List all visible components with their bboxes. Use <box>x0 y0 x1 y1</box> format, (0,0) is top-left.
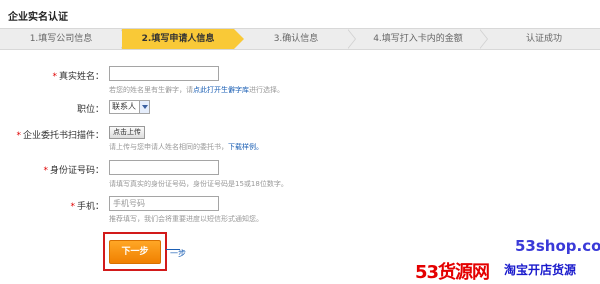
chevron-down-icon[interactable] <box>139 101 149 113</box>
real-name-input[interactable] <box>109 66 219 81</box>
mobile-input[interactable]: 手机号码 <box>109 196 219 211</box>
required-mark: * <box>52 72 57 82</box>
download-sample-link[interactable]: 下载样例。 <box>228 143 263 151</box>
step-separator <box>479 29 488 49</box>
next-button-highlight: 下一步 <box>103 232 167 271</box>
step-company-info: 1.填写公司信息 <box>29 34 93 44</box>
step-confirm-info: 3.确认信息 <box>273 34 319 44</box>
required-mark: * <box>16 131 21 141</box>
watermark-site: 53shop.com <box>515 237 600 255</box>
step-success: 认证成功 <box>525 34 562 44</box>
auth-letter-label: * 企业委托书扫描件： <box>16 131 104 141</box>
mobile-hint: 推荐填写，我们会将重要进度以短信形式通知您。 <box>109 215 263 223</box>
required-mark: * <box>43 166 48 176</box>
position-select[interactable]: 联系人 <box>109 100 150 114</box>
next-button[interactable]: 下一步 <box>109 240 161 264</box>
step-separator <box>347 29 356 49</box>
id-number-hint: 请填写真实的身份证号码，身份证号码是15或18位数字。 <box>109 180 288 188</box>
real-name-hint: 若您的姓名里有生僻字，请点此打开生僻字库进行选择。 <box>109 86 284 94</box>
step-applicant-info: 2.填写申请人信息 <box>122 29 244 49</box>
progress-steps: 1.填写公司信息 2.填写申请人信息 3.确认信息 4.填写打入卡内的金额 认证… <box>0 28 600 50</box>
rare-char-link[interactable]: 点此打开生僻字库 <box>193 86 249 94</box>
auth-letter-hint: 请上传与您申请人姓名相同的委托书，下载样例。 <box>109 143 263 151</box>
real-name-label: * 真实姓名： <box>52 72 104 82</box>
page-title: 企业实名认证 <box>8 12 68 23</box>
required-mark: * <box>70 202 75 212</box>
id-number-input[interactable] <box>109 160 219 175</box>
back-link[interactable]: 一步 <box>170 248 186 259</box>
step-enter-amount: 4.填写打入卡内的金额 <box>373 34 463 44</box>
watermark-slogan: 淘宝开店货源 <box>504 263 577 277</box>
upload-button[interactable]: 点击上传 <box>109 126 145 139</box>
mobile-label: * 手机： <box>70 202 104 212</box>
position-label: 职位： <box>76 105 104 115</box>
watermark-brand: 53货源网 <box>415 262 490 283</box>
id-number-label: * 身份证号码： <box>43 166 104 176</box>
